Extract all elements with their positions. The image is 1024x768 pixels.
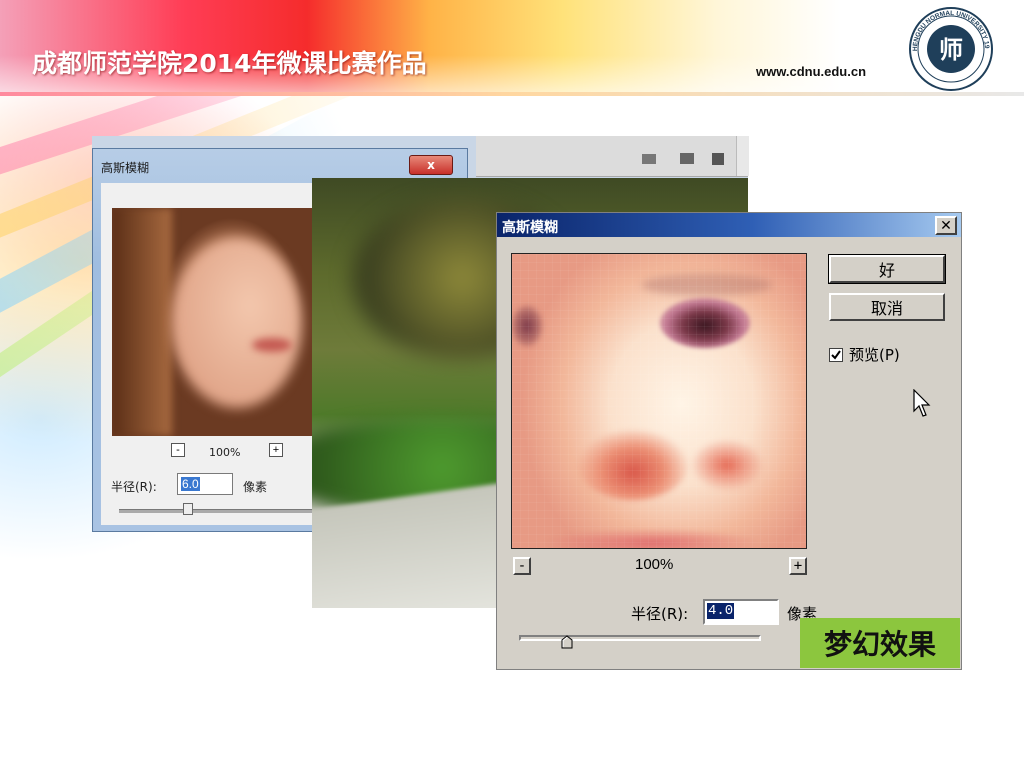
close-icon: ✕ [940, 217, 952, 234]
app-toolbar-strip [476, 136, 749, 177]
university-logo: 师 CHENGDU NORMAL UNIVERSITY 1955 [908, 6, 993, 91]
site-url: www.cdnu.edu.cn [756, 64, 867, 79]
effect-caption: 梦幻效果 [800, 618, 960, 668]
scrollbar[interactable] [736, 136, 749, 176]
zoom-level: 100% [635, 556, 674, 573]
zoom-out-button[interactable]: - [171, 443, 185, 457]
mouse-pointer-icon [913, 389, 931, 417]
radius-slider-track[interactable] [519, 635, 761, 641]
radius-slider-track[interactable] [119, 509, 319, 513]
close-button[interactable]: ✕ [935, 216, 957, 235]
gaussian-blur-dialog: 高斯模糊 ✕ 好 取消 预览(P) - 100% + 半径(R): 4.0 像素 [496, 212, 962, 670]
checkmark-icon [831, 349, 841, 360]
header-divider [0, 92, 1024, 96]
ok-button[interactable]: 好 [828, 254, 946, 284]
radius-slider-thumb[interactable] [561, 635, 573, 649]
radius-input[interactable]: 6.0 [177, 473, 233, 495]
title-bar[interactable]: 高斯模糊 ✕ [497, 213, 961, 237]
preview-checkbox[interactable] [829, 347, 843, 362]
dialog-title: 高斯模糊 [502, 220, 558, 236]
radius-label: 半径(R): [111, 480, 157, 494]
radius-input[interactable]: 4.0 [703, 599, 779, 625]
toolbar-icons[interactable] [642, 152, 732, 166]
preview-label: 预览(P) [849, 346, 900, 364]
dialog-title: 高斯模糊 [101, 161, 150, 175]
zoom-in-button[interactable]: + [269, 443, 283, 457]
radius-label: 半径(R): [631, 605, 689, 623]
zoom-out-button[interactable]: - [513, 557, 531, 575]
preview-image[interactable] [511, 253, 807, 549]
zoom-level: 100% [209, 446, 241, 459]
preview-toggle[interactable]: 预览(P) [829, 344, 900, 365]
zoom-in-button[interactable]: + [789, 557, 807, 575]
radius-slider-thumb[interactable] [183, 503, 193, 515]
close-button[interactable]: x [409, 155, 453, 175]
slide-title: 成都师范学院2014年微课比赛作品 [32, 49, 427, 78]
svg-text:师: 师 [939, 35, 963, 64]
unit-label: 像素 [243, 480, 268, 494]
cancel-button[interactable]: 取消 [829, 293, 945, 321]
preview-image [112, 208, 312, 436]
